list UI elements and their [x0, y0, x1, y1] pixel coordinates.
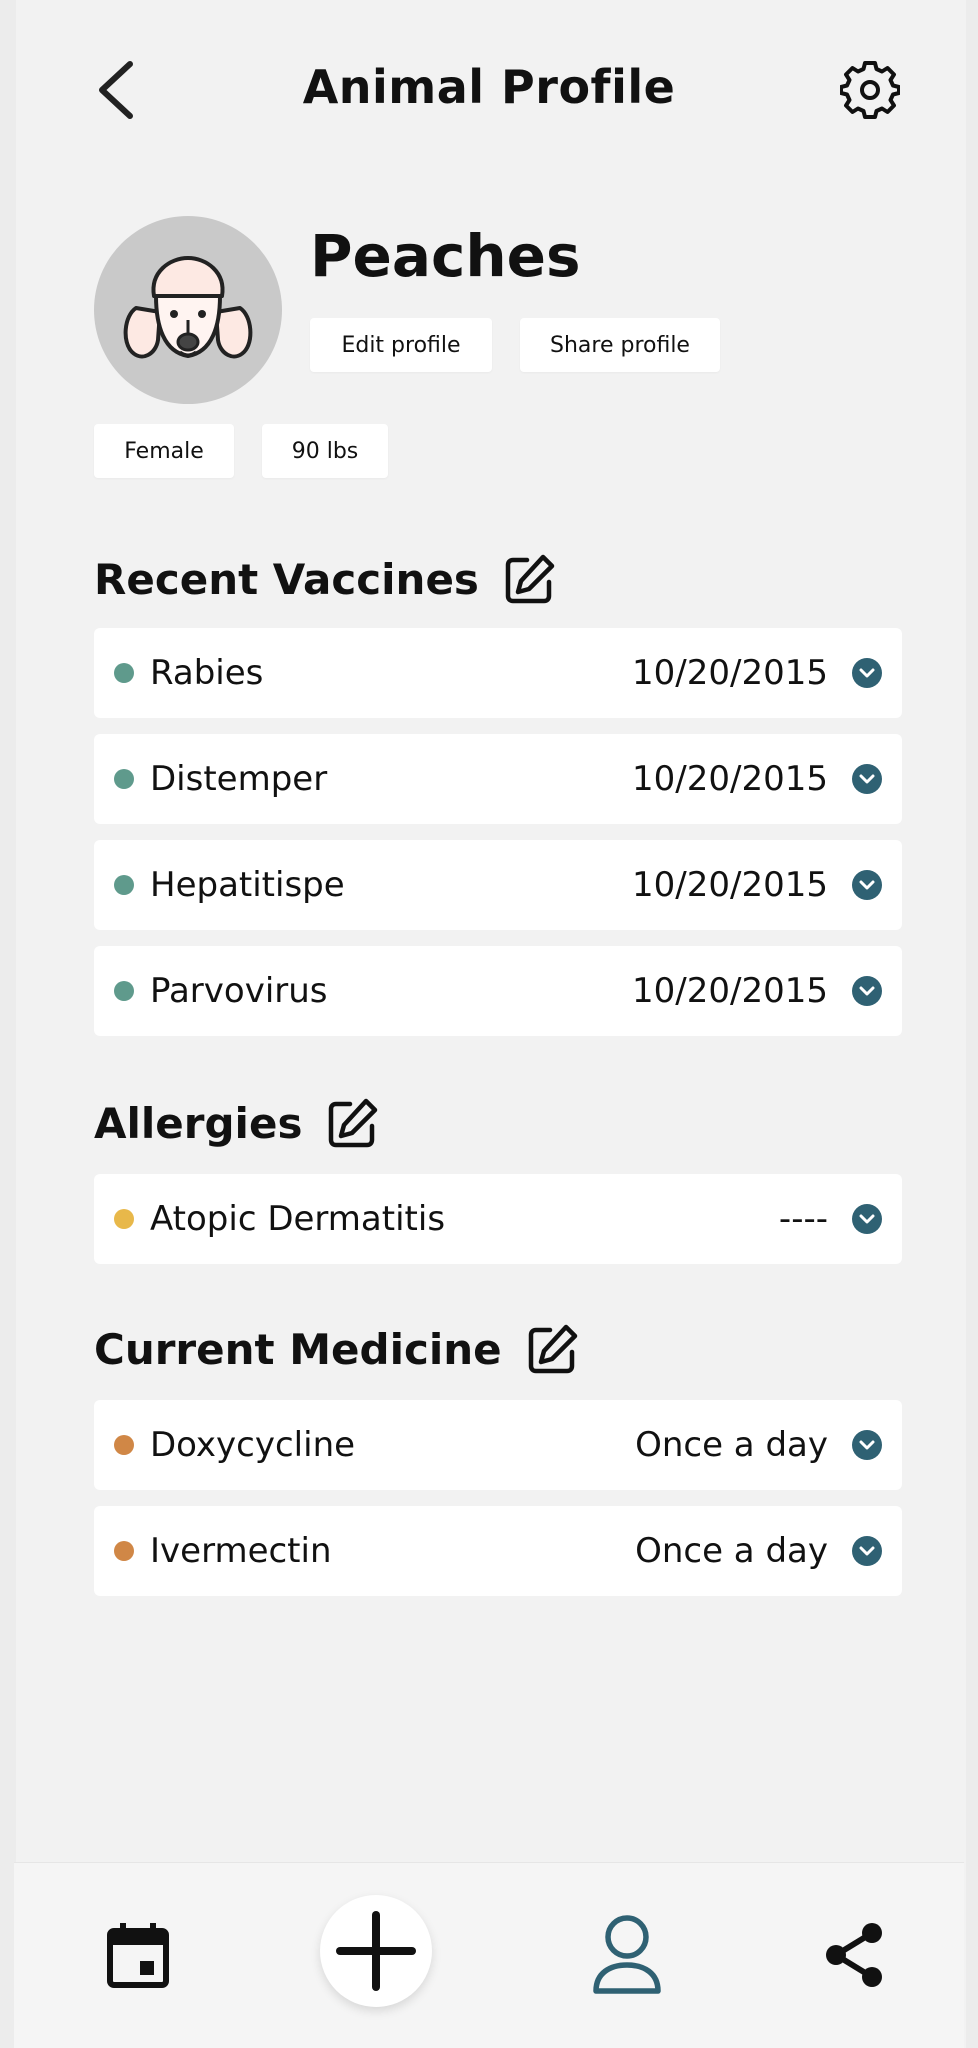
nav-profile-button[interactable]: [582, 1909, 672, 1999]
nav-calendar-button[interactable]: [98, 1915, 178, 1995]
medicine-frequency: Once a day: [635, 1425, 828, 1465]
status-dot: [114, 1435, 134, 1455]
header: Animal Profile: [0, 40, 978, 140]
edit-square-icon: [528, 1324, 577, 1374]
chevron-down-icon: [859, 668, 875, 678]
vaccine-name: Hepatitispe: [150, 865, 345, 905]
expand-button[interactable]: [852, 1430, 882, 1460]
edit-profile-button[interactable]: Edit profile: [310, 318, 492, 372]
app-screen: Animal Profile Peaches Edit profile Shar…: [0, 0, 978, 2048]
share-profile-button[interactable]: Share profile: [520, 318, 720, 372]
weight-badge: 90 lbs: [262, 424, 388, 478]
vaccine-row-rabies[interactable]: Rabies 10/20/2015: [94, 628, 902, 718]
vaccine-row-hepatitis[interactable]: Hepatitispe 10/20/2015: [94, 840, 902, 930]
chevron-down-icon: [859, 986, 875, 996]
expand-button[interactable]: [852, 1204, 882, 1234]
vaccine-row-parvovirus[interactable]: Parvovirus 10/20/2015: [94, 946, 902, 1036]
vaccine-name: Distemper: [150, 759, 328, 799]
medicine-row-ivermectin[interactable]: Ivermectin Once a day: [94, 1506, 902, 1596]
vaccine-date: 10/20/2015: [632, 759, 828, 799]
status-dot: [114, 1209, 134, 1229]
right-edge: [966, 0, 978, 2048]
plus-icon: [336, 1911, 416, 1991]
vaccines-heading: Recent Vaccines: [94, 554, 479, 604]
expand-button[interactable]: [852, 870, 882, 900]
edit-square-icon: [505, 554, 555, 604]
allergy-value: ----: [778, 1199, 828, 1239]
poodle-icon: [123, 256, 253, 359]
vaccines-section-title: Recent Vaccines: [94, 552, 557, 606]
edit-allergies-button[interactable]: [326, 1096, 380, 1150]
expand-button[interactable]: [852, 1536, 882, 1566]
status-dot: [114, 875, 134, 895]
page-title: Animal Profile: [302, 60, 676, 114]
medicine-frequency: Once a day: [635, 1531, 828, 1571]
nav-share-button[interactable]: [814, 1915, 894, 1995]
medicine-name: Doxycycline: [150, 1425, 356, 1465]
allergy-name: Atopic Dermatitis: [150, 1199, 446, 1239]
share-icon: [826, 1923, 882, 1987]
allergy-row-atopic-dermatitis[interactable]: Atopic Dermatitis ----: [94, 1174, 902, 1264]
vaccine-name: Parvovirus: [150, 971, 328, 1011]
sex-badge: Female: [94, 424, 234, 478]
medicine-section-title: Current Medicine: [94, 1322, 580, 1376]
chevron-down-icon: [859, 1440, 875, 1450]
edit-medicine-button[interactable]: [526, 1322, 580, 1376]
vaccine-date: 10/20/2015: [632, 971, 828, 1011]
settings-button[interactable]: [839, 60, 901, 120]
pet-name: Peaches: [310, 222, 581, 290]
expand-button[interactable]: [852, 764, 882, 794]
calendar-icon: [107, 1923, 169, 1988]
chevron-down-icon: [859, 774, 875, 784]
chevron-down-icon: [859, 880, 875, 890]
chevron-down-icon: [859, 1546, 875, 1556]
vaccine-row-distemper[interactable]: Distemper 10/20/2015: [94, 734, 902, 824]
vaccine-name: Rabies: [150, 653, 264, 693]
expand-button[interactable]: [852, 658, 882, 688]
gear-icon: [839, 61, 901, 119]
allergies-section-title: Allergies: [94, 1096, 380, 1150]
expand-button[interactable]: [852, 976, 882, 1006]
status-dot: [114, 981, 134, 1001]
user-icon: [593, 1915, 661, 1994]
left-edge: [0, 0, 16, 2048]
medicine-row-doxycycline[interactable]: Doxycycline Once a day: [94, 1400, 902, 1490]
bottom-nav: [14, 1862, 964, 2048]
status-dot: [114, 663, 134, 683]
vaccine-date: 10/20/2015: [632, 865, 828, 905]
vaccine-date: 10/20/2015: [632, 653, 828, 693]
edit-vaccines-button[interactable]: [503, 552, 557, 606]
medicine-heading: Current Medicine: [94, 1324, 502, 1374]
edit-square-icon: [329, 1098, 378, 1148]
avatar: [94, 216, 282, 404]
chevron-down-icon: [859, 1214, 875, 1224]
status-dot: [114, 769, 134, 789]
nav-add-button[interactable]: [320, 1895, 432, 2007]
allergies-heading: Allergies: [94, 1098, 303, 1148]
medicine-name: Ivermectin: [150, 1531, 332, 1571]
status-dot: [114, 1541, 134, 1561]
